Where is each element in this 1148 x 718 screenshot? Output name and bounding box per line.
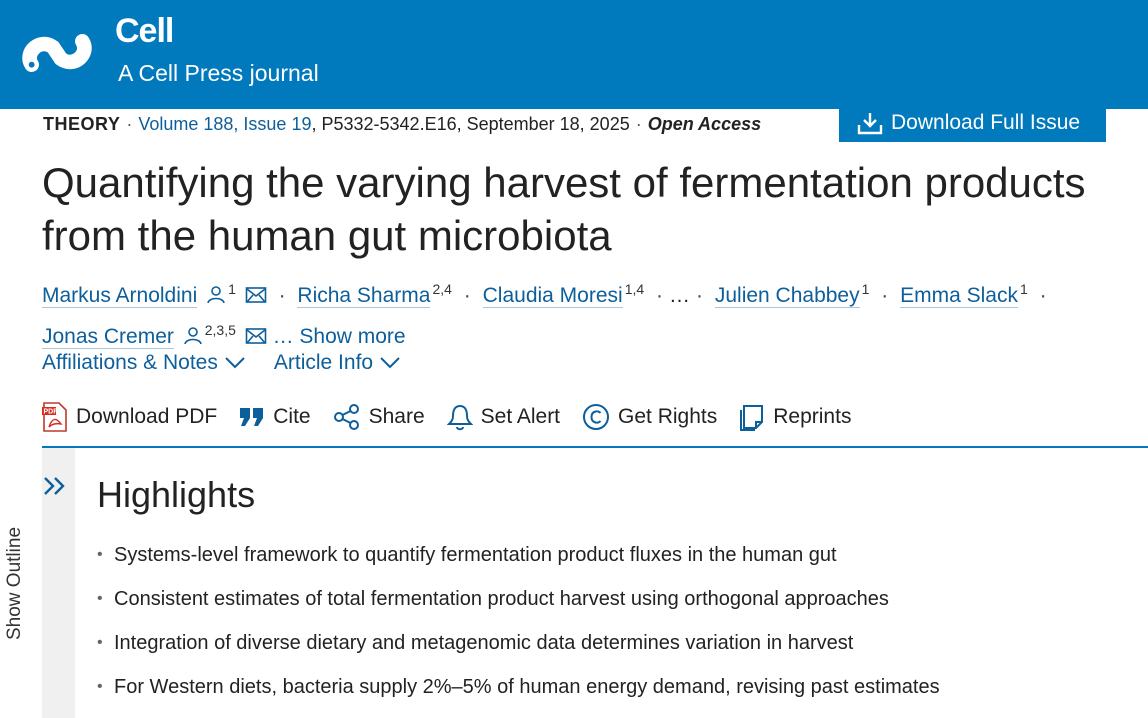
download-pdf-label: Download PDF — [76, 405, 218, 428]
journal-tagline: A Cell Press journal — [118, 60, 319, 86]
get-rights-button[interactable]: Get Rights — [582, 403, 717, 431]
author-item: Jonas Cremer 2,3,5 — [42, 322, 273, 349]
author-affiliation: 2,4 — [432, 281, 452, 297]
highlight-item: For Western diets, bacteria supply 2%–5%… — [97, 672, 940, 716]
article-meta: THEORY · Volume 188, Issue 19, P5332-5342.… — [43, 114, 761, 138]
highlights-list: Systems-level framework to quantify ferm… — [97, 540, 940, 716]
highlight-item: Consistent estimates of total fermentati… — [97, 584, 940, 628]
mail-icon[interactable] — [245, 327, 267, 345]
quote-icon — [240, 408, 264, 426]
reprints-button[interactable]: Reprints — [739, 403, 851, 431]
toolbar-divider — [42, 446, 1148, 448]
author-separator: · — [278, 284, 286, 307]
pdf-icon: PDF — [42, 402, 67, 432]
author-separator: · — [656, 284, 663, 307]
author-name[interactable]: Jonas Cremer — [42, 325, 174, 349]
show-outline-tab[interactable] — [42, 448, 75, 718]
author-item: Emma Slack 1 — [894, 281, 1033, 308]
download-pdf-button[interactable]: PDF Download PDF — [42, 402, 217, 432]
download-full-issue-label: Download Full Issue — [891, 111, 1081, 134]
article-title: Quantifying the varying harvest of ferme… — [42, 159, 1086, 259]
highlights-heading: Highlights — [97, 474, 256, 515]
set-alert-label: Set Alert — [480, 405, 561, 428]
person-icon[interactable] — [183, 325, 203, 345]
highlight-item: Integration of diverse dietary and metag… — [97, 628, 940, 672]
author-separator: · — [881, 284, 889, 307]
meta-separator: · — [635, 114, 642, 134]
meta-separator: · — [126, 114, 133, 134]
share-label: Share — [368, 405, 425, 428]
cite-button[interactable]: Cite — [239, 405, 311, 429]
bell-icon — [446, 404, 473, 431]
cell-logo-icon[interactable] — [18, 14, 96, 92]
pages-date: , — [311, 114, 322, 134]
author-separator: · — [1039, 284, 1047, 307]
show-more-link[interactable]: … Show more — [273, 325, 406, 348]
get-rights-label: Get Rights — [618, 405, 718, 428]
download-full-issue-button[interactable]: Download Full Issue — [839, 104, 1106, 142]
author-name[interactable]: Claudia Moresi — [482, 284, 623, 308]
chevron-down-icon — [225, 357, 245, 369]
author-ellipsis: … — [669, 284, 690, 307]
author-separator: · — [463, 284, 471, 307]
open-access-label: Open Access — [647, 114, 762, 134]
author-separator: · — [696, 284, 703, 307]
author-name[interactable]: Julien Chabbey — [714, 284, 860, 308]
pages-date-text: P5332-5342.E16, September 18, 2025 — [321, 114, 630, 134]
reprints-icon — [740, 405, 764, 431]
reprints-label: Reprints — [773, 405, 852, 428]
volume-issue-link[interactable]: Volume 188, Issue 19 — [138, 114, 311, 134]
download-icon — [857, 113, 883, 135]
author-item: Richa Sharma 2,4 — [292, 281, 458, 308]
highlight-item: Systems-level framework to quantify ferm… — [97, 540, 940, 584]
author-item: Julien Chabbey 1 — [709, 281, 875, 308]
affiliations-notes-label: Affiliations & Notes — [42, 351, 218, 374]
share-icon — [333, 404, 359, 430]
author-item: Claudia Moresi 1,4 — [477, 281, 650, 308]
svg-text:PDF: PDF — [44, 409, 59, 416]
chevron-down-icon — [380, 357, 400, 369]
author-name[interactable]: Richa Sharma — [297, 284, 431, 308]
author-affiliation: 1 — [861, 281, 870, 297]
author-affiliation: 1 — [228, 281, 236, 297]
author-name[interactable]: Markus Arnoldini — [42, 284, 198, 308]
person-icon[interactable] — [206, 284, 226, 304]
info-toggles: Affiliations & Notes Article Info — [42, 351, 401, 375]
author-name[interactable]: Emma Slack — [900, 284, 1018, 308]
double-chevron-right-icon — [44, 477, 65, 495]
mail-icon[interactable] — [245, 286, 267, 304]
article-info-toggle[interactable]: Article Info — [274, 351, 401, 375]
author-item: Markus Arnoldini 1 — [42, 281, 273, 308]
author-affiliation: 1,4 — [624, 281, 645, 297]
article-type: THEORY — [43, 114, 121, 134]
author-affiliation: 2,3,5 — [204, 322, 236, 338]
author-affiliation: 1 — [1019, 281, 1028, 297]
show-outline-label: Show Outline — [4, 526, 25, 640]
copyright-icon — [583, 404, 610, 430]
journal-name[interactable]: Cell — [115, 12, 174, 51]
article-info-label: Article Info — [273, 351, 374, 374]
affiliations-notes-toggle[interactable]: Affiliations & Notes — [42, 351, 246, 375]
author-list: Markus Arnoldini 1 · Richa Sharma 2,4 · C… — [42, 272, 1142, 354]
site-header: Cell A Cell Press journal — [0, 0, 1148, 109]
set-alert-button[interactable]: Set Alert — [446, 403, 561, 431]
share-button[interactable]: Share — [333, 403, 425, 431]
article-toolbar: PDF Download PDF Cite Share Set Alert Ge… — [42, 399, 851, 435]
cite-label: Cite — [273, 405, 311, 428]
